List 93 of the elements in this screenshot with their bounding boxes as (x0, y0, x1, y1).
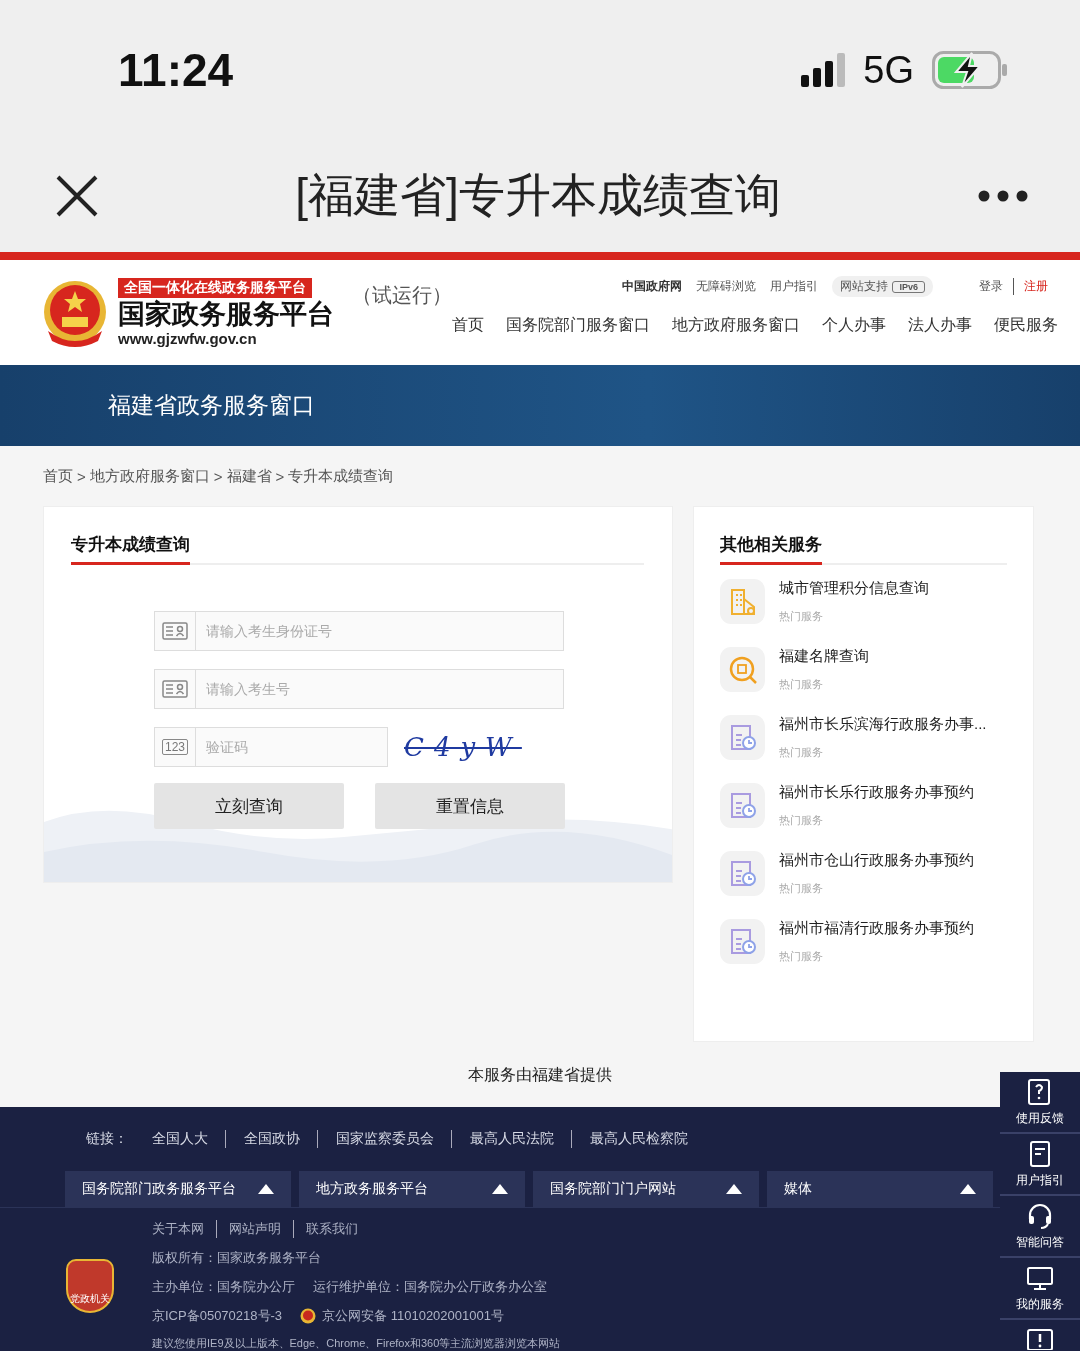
side-panel-button[interactable] (1000, 1320, 1080, 1351)
service-link[interactable]: 福州市长乐滨海行政服务办事... (779, 715, 987, 734)
service-tag: 热门服务 (779, 881, 974, 896)
account-link[interactable]: 登录 (969, 278, 1013, 295)
alert-icon (1026, 1328, 1054, 1350)
breadcrumb-link[interactable]: 专升本成绩查询 (288, 466, 394, 486)
service-icon[interactable] (720, 919, 765, 964)
service-icon[interactable] (720, 715, 765, 760)
police-badge-icon (300, 1308, 317, 1324)
input-field[interactable]: 请输入考生身份证号 (154, 611, 564, 651)
breadcrumb-link[interactable]: 首页 (43, 466, 73, 486)
caret-icon (726, 1184, 742, 1195)
service-link[interactable]: 福州市仓山行政服务办事预约 (779, 851, 974, 870)
logo-name: 国家政务服务平台 (118, 298, 334, 330)
browser-note: 建议您使用IE9及以上版本、Edge、Chrome、Firefox和360等主流浏览器浏览本网站 (152, 1336, 561, 1351)
breadcrumb-link[interactable]: 福建省 (226, 466, 272, 486)
breadcrumb-separator: > (77, 467, 86, 485)
footer-link[interactable]: 网站声明 (216, 1220, 293, 1238)
provider-note: 本服务由福建省提供 (468, 1065, 612, 1085)
captcha-image[interactable]: C4yW (404, 732, 522, 762)
nav-link[interactable]: 便民服务 (994, 315, 1058, 336)
caret-icon (492, 1184, 508, 1195)
service-tag: 热门服务 (779, 677, 869, 692)
status-time: 11:24 (118, 43, 234, 97)
service-tag: 热门服务 (779, 609, 929, 624)
footer-dropdown[interactable]: 媒体 (767, 1171, 993, 1207)
footer-link[interactable]: 最高人民法院 (451, 1130, 571, 1149)
service-icon[interactable] (720, 579, 765, 624)
footer-link[interactable]: 关于本网 (152, 1220, 216, 1238)
footer-link[interactable]: 国家监察委员会 (317, 1130, 451, 1149)
logo-url: www.gjzwfw.gov.cn (118, 330, 257, 347)
service-icon[interactable] (720, 783, 765, 828)
page-title: [福建省]专升本成绩查询 (295, 168, 781, 223)
close-icon[interactable] (56, 175, 98, 217)
top-link[interactable]: 中国政府网 (622, 278, 683, 295)
caret-icon (960, 1184, 976, 1195)
service-tag: 热门服务 (779, 813, 974, 828)
input-field[interactable]: 请输入考生号 (154, 669, 564, 709)
breadcrumb-link[interactable]: 地方政府服务窗口 (89, 466, 210, 486)
links-label: 链接： (86, 1130, 128, 1149)
icp-text: 京ICP备05070218号-3 (152, 1307, 283, 1325)
nav-link[interactable]: 法人办事 (908, 315, 972, 336)
battery-charging-icon (932, 51, 1008, 89)
footer-dropdown[interactable]: 地方政务服务平台 (299, 1171, 525, 1207)
account-link[interactable]: 注册 (1013, 278, 1058, 295)
footer-dropdown[interactable]: 国务院部门门户网站 (533, 1171, 759, 1207)
copyright-text: 版权所有：国家政务服务平台 (152, 1249, 321, 1267)
service-link[interactable]: 福州市长乐行政服务办事预约 (779, 783, 974, 802)
id-card-icon (162, 622, 188, 640)
id-card-icon (162, 680, 188, 698)
top-link[interactable]: 无障碍浏览 (696, 278, 757, 295)
headset-icon (1026, 1201, 1054, 1230)
trial-label: （试运行） (352, 283, 452, 308)
operator-text: 运行维护单位：国务院办公厅政务办公室 (313, 1278, 547, 1296)
service-link[interactable]: 福建名牌查询 (779, 647, 869, 666)
number-icon: 123 (162, 739, 188, 755)
footer-link[interactable]: 最高人民检察院 (571, 1130, 705, 1149)
banner-title: 福建省政务服务窗口 (108, 391, 315, 420)
nav-link[interactable]: 首页 (452, 315, 484, 336)
footer-link[interactable]: 全国政协 (225, 1130, 317, 1149)
service-link[interactable]: 福州市福清行政服务办事预约 (779, 919, 974, 938)
section-title: 其他相关服务 (720, 533, 822, 565)
more-icon[interactable] (978, 190, 1028, 202)
logo-tagline: 全国一体化在线政务服务平台 (118, 278, 312, 298)
service-tag: 热门服务 (779, 949, 974, 964)
government-badge: 党政机关 (66, 1258, 114, 1313)
footer-link[interactable]: 全国人大 (142, 1130, 225, 1149)
service-icon[interactable] (720, 851, 765, 896)
nav-link[interactable]: 国务院部门服务窗口 (506, 315, 650, 336)
nav-link[interactable]: 地方政府服务窗口 (672, 315, 800, 336)
sponsor-text: 主办单位：国务院办公厅 (152, 1278, 295, 1296)
side-panel-button[interactable]: 智能问答 (1000, 1196, 1080, 1256)
side-panel-button[interactable]: 我的服务 (1000, 1258, 1080, 1318)
police-record-text: 京公网安备 11010202001001号 (322, 1307, 504, 1325)
service-tag: 热门服务 (779, 745, 987, 760)
breadcrumb-separator: > (213, 467, 223, 485)
top-link[interactable]: 用户指引 (770, 278, 819, 295)
footer-link[interactable]: 联系我们 (293, 1220, 370, 1238)
side-panel-button[interactable]: 使用反馈 (1000, 1072, 1080, 1132)
breadcrumb-separator: > (275, 467, 285, 485)
query-button[interactable]: 立刻查询 (154, 783, 344, 829)
section-title: 专升本成绩查询 (71, 533, 190, 565)
service-link[interactable]: 城市管理积分信息查询 (779, 579, 929, 598)
emblem-icon (42, 278, 108, 347)
footer-dropdown[interactable]: 国务院部门政务服务平台 (65, 1171, 291, 1207)
nav-link[interactable]: 个人办事 (822, 315, 886, 336)
caret-icon (258, 1184, 274, 1195)
signal-icon (801, 53, 846, 87)
network-label: 5G (863, 48, 914, 92)
reset-button[interactable]: 重置信息 (375, 783, 565, 829)
service-icon[interactable] (720, 647, 765, 692)
side-panel-button[interactable]: 用户指引 (1000, 1134, 1080, 1194)
ipv6-support-tag: 网站支持 IPv6 (832, 276, 933, 297)
